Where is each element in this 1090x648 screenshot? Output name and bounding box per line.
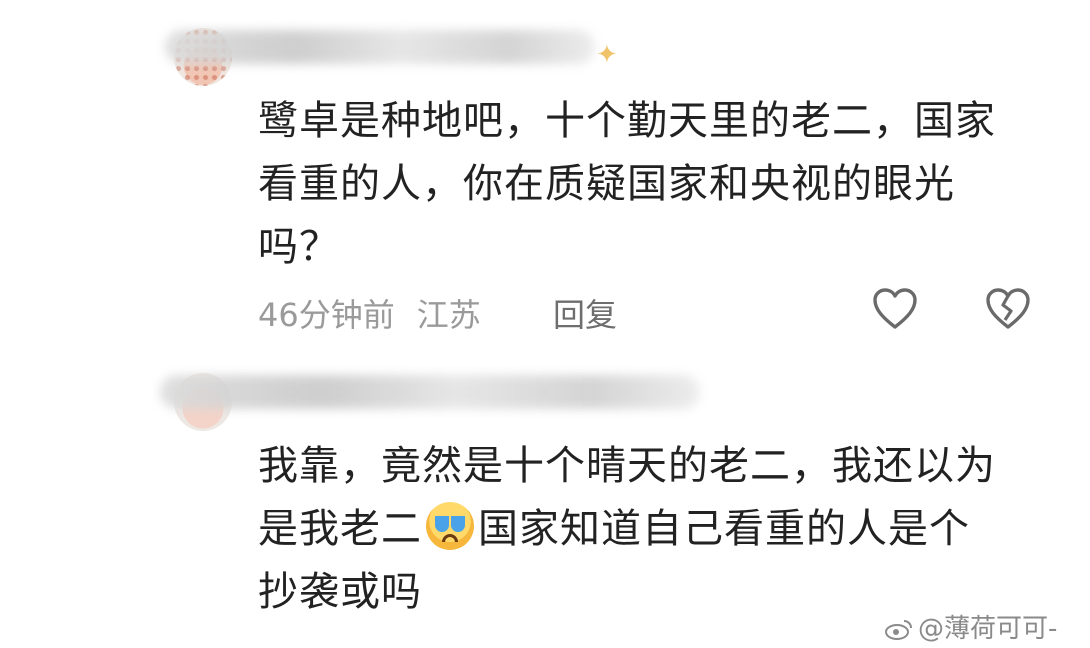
- comment-text-segment: 是我老二: [258, 506, 422, 552]
- reply-button[interactable]: 回复: [553, 290, 617, 336]
- comment-text: 我靠，竟然是十个晴天的老二，我还以为 是我老二 国家知道自己看重的人是个 抄袭或吗: [258, 435, 1048, 624]
- comment-text: 鹭卓是种地吧，十个勤天里的老二，国家 看重的人，你在质疑国家和央视的眼光 吗？: [258, 90, 1048, 279]
- comment-line: 是我老二 国家知道自己看重的人是个: [258, 498, 1048, 561]
- comment-line: 鹭卓是种地吧，十个勤天里的老二，国家: [258, 98, 996, 144]
- username-redacted: [160, 375, 700, 409]
- comment-line: 我靠，竟然是十个晴天的老二，我还以为: [258, 443, 996, 489]
- comment-line: 吗？: [258, 224, 340, 270]
- comment-meta: 46分钟前 江苏: [258, 290, 503, 336]
- comment-location: 江苏: [416, 296, 481, 334]
- username-redacted: [165, 30, 595, 64]
- sparkle-icon: ✦: [596, 40, 618, 70]
- crying-face-emoji: [426, 502, 474, 550]
- broken-heart-icon[interactable]: [985, 287, 1031, 331]
- comment-line: 看重的人，你在质疑国家和央视的眼光: [258, 161, 955, 207]
- comment-time: 46分钟前: [258, 296, 395, 334]
- comment-item: 我靠，竟然是十个晴天的老二，我还以为 是我老二 国家知道自己看重的人是个 抄袭或吗: [0, 355, 1090, 648]
- heart-outline-icon[interactable]: [872, 287, 918, 331]
- watermark: @薄荷可可-: [884, 608, 1057, 645]
- comment-thread: ✦ 鹭卓是种地吧，十个勤天里的老二，国家 看重的人，你在质疑国家和央视的眼光 吗…: [0, 0, 1090, 648]
- weibo-logo-icon: [885, 620, 912, 640]
- comment-text-segment: 国家知道自己看重的人是个: [478, 506, 970, 552]
- watermark-text: @薄荷可可-: [918, 614, 1058, 644]
- comment-item: ✦ 鹭卓是种地吧，十个勤天里的老二，国家 看重的人，你在质疑国家和央视的眼光 吗…: [0, 0, 1090, 355]
